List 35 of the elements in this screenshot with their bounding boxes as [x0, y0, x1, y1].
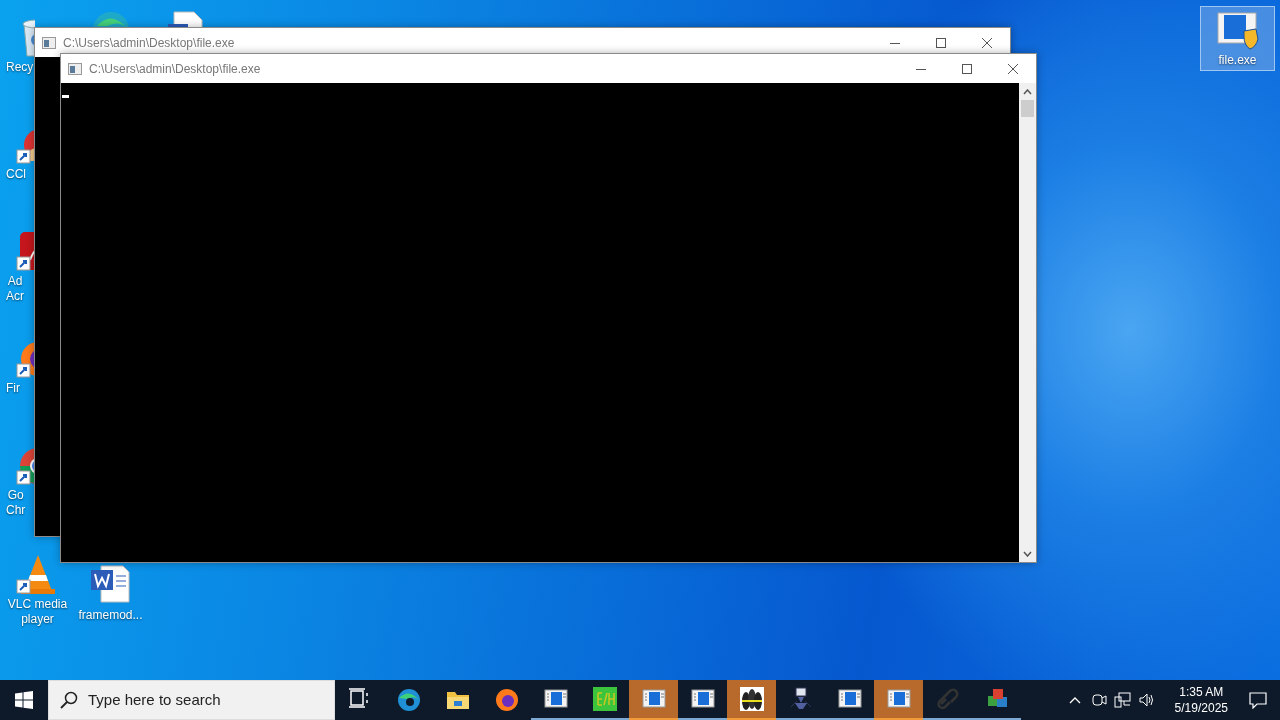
search-field[interactable]: Type here to search [48, 680, 335, 720]
chevron-down-icon [1023, 550, 1032, 557]
close-icon [982, 37, 992, 48]
figures-icon [739, 687, 764, 711]
edge-icon [396, 688, 421, 712]
windows-logo-icon [15, 691, 33, 709]
title-bar[interactable]: C:\Users\admin\Desktop\file.exe [61, 54, 1036, 83]
volume-icon [1138, 692, 1155, 708]
maximize-icon [962, 63, 972, 74]
close-icon [1008, 63, 1018, 74]
robot-icon [788, 687, 813, 711]
window-icon [641, 687, 666, 711]
window-icon [543, 687, 568, 711]
search-icon [60, 691, 78, 709]
scroll-thumb[interactable] [1021, 100, 1034, 117]
window-icon [837, 687, 862, 711]
window-title: C:\Users\admin\Desktop\file.exe [63, 34, 236, 52]
window-title: C:\Users\admin\Desktop\file.exe [89, 60, 262, 78]
clock-date: 5/19/2025 [1174, 700, 1228, 716]
clock[interactable]: 1:35 AM 5/19/2025 [1166, 684, 1236, 716]
camera-icon [1090, 692, 1107, 708]
console-icon [68, 62, 82, 75]
maximize-icon [936, 37, 946, 48]
firefox-icon [494, 688, 519, 712]
speech-bubble-icon [1249, 691, 1267, 709]
taskbar-button[interactable] [727, 680, 776, 720]
window-icon [690, 687, 715, 711]
chain-link-icon [935, 687, 960, 711]
desktop-icon[interactable]: file.exe [1200, 6, 1275, 71]
window-icon [886, 687, 911, 711]
console-icon [42, 36, 56, 49]
clock-time: 1:35 AM [1179, 684, 1224, 700]
chevron-up-icon [1023, 88, 1032, 95]
network-icon [1114, 692, 1132, 708]
tile-icon [592, 687, 617, 711]
